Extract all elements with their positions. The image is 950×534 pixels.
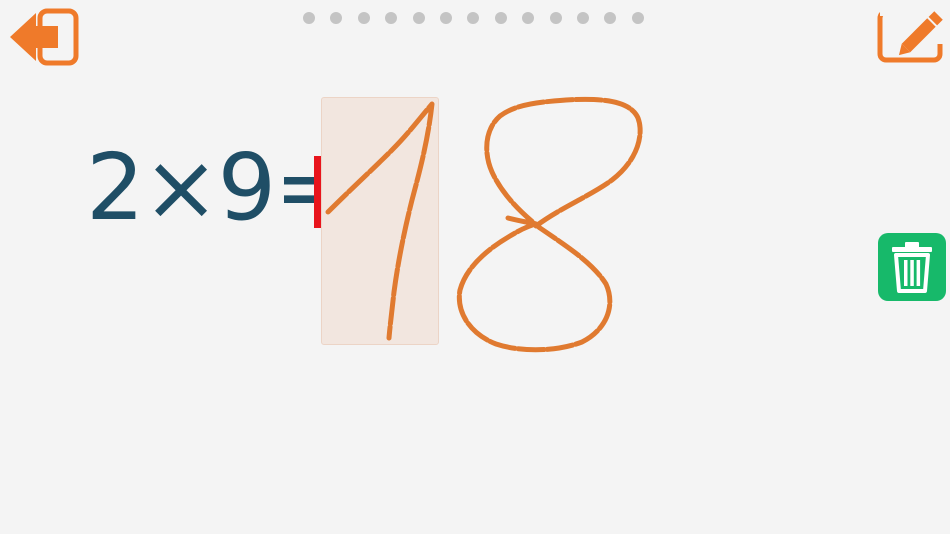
progress-dot: [303, 12, 315, 24]
edit-button[interactable]: [876, 6, 944, 66]
handwritten-stroke-eight: [456, 96, 643, 353]
progress-dot: [467, 12, 480, 24]
progress-dot: [549, 12, 562, 24]
progress-dot: [576, 12, 589, 24]
operator: ×: [142, 134, 220, 241]
pencil-edit-icon: [877, 8, 944, 63]
equation: 2×9=: [86, 128, 351, 248]
clear-button[interactable]: [878, 233, 946, 301]
progress-dot: [385, 12, 398, 24]
back-button[interactable]: [8, 8, 82, 68]
progress-dot: [330, 12, 343, 24]
handwriting-canvas[interactable]: [0, 0, 950, 534]
back-arrow-icon: [10, 8, 79, 66]
progress-dot: [412, 12, 425, 24]
answer-digit-cell[interactable]: [321, 97, 439, 345]
progress-dot: [439, 12, 452, 24]
right-operand: 9: [217, 134, 277, 241]
progress-dot: [357, 12, 370, 24]
progress-indicator: [303, 12, 659, 24]
trash-icon: [892, 242, 932, 293]
progress-dot: [604, 12, 617, 24]
answer-cursor: [314, 156, 321, 228]
progress-dot: [522, 12, 535, 24]
left-operand: 2: [86, 134, 145, 241]
math-exercise-screen: 2×9=: [0, 0, 950, 534]
progress-dot: [494, 12, 507, 24]
progress-dot: [631, 12, 644, 24]
